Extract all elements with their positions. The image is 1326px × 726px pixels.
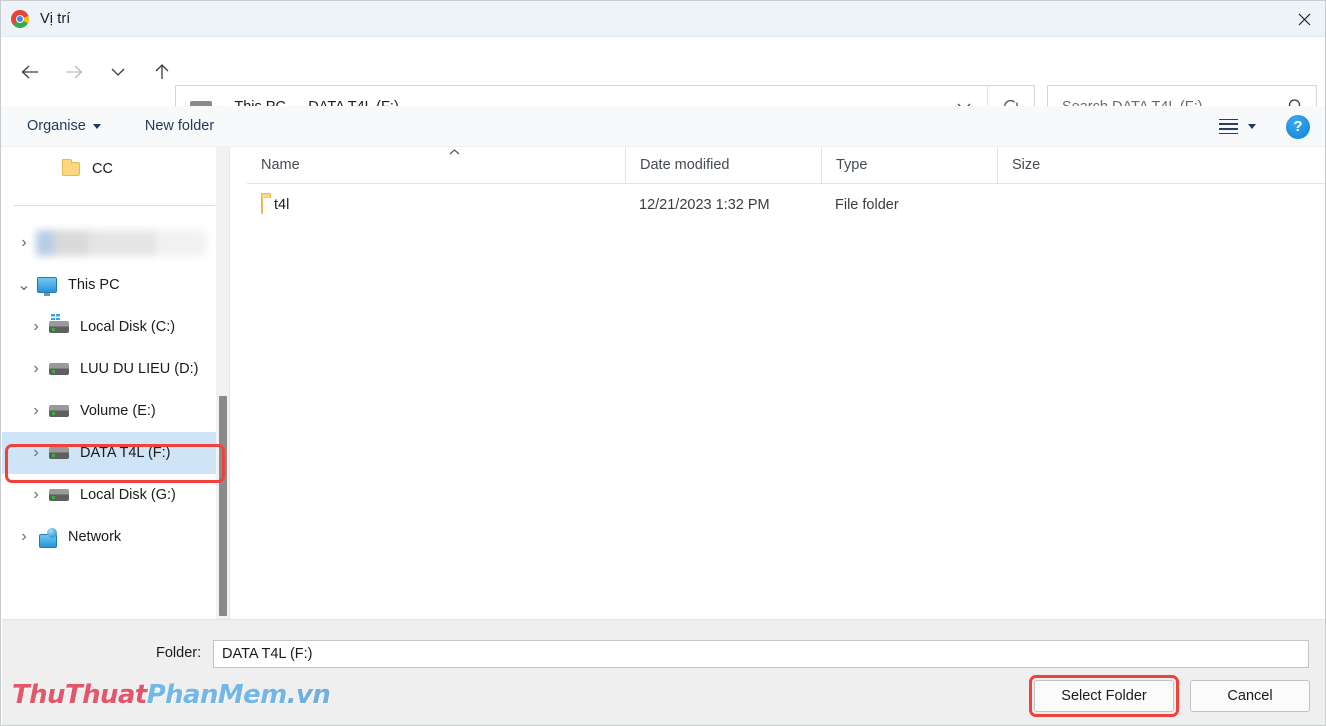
file-type-cell: File folder xyxy=(835,196,899,213)
system-drive-icon xyxy=(48,314,70,333)
organise-label: Organise xyxy=(27,118,86,134)
nav-button-group xyxy=(11,53,181,91)
back-icon[interactable] xyxy=(11,53,49,91)
watermark-part-2: PhanMem xyxy=(146,680,288,710)
sidebar-item-label: Volume (E:) xyxy=(80,403,156,419)
command-bar-right: ? xyxy=(1213,106,1325,147)
column-header-row: Name Date modified Type Size xyxy=(247,146,1325,184)
folder-icon xyxy=(60,159,82,176)
sidebar-item-data-t4l-f[interactable]: › DATA T4L (F:) xyxy=(2,432,229,474)
select-folder-button[interactable]: Select Folder xyxy=(1034,680,1174,712)
sidebar-item-volume-e[interactable]: › Volume (E:) xyxy=(2,390,229,432)
sidebar-item-label: DATA T4L (F:) xyxy=(80,445,171,461)
sidebar-item-cc[interactable]: › CC xyxy=(2,149,229,189)
list-view-icon xyxy=(1219,118,1238,135)
drive-icon xyxy=(48,363,70,375)
sidebar-item-label: Network xyxy=(68,529,122,545)
folder-input[interactable]: DATA T4L (F:) xyxy=(213,640,1309,668)
table-row[interactable]: t4l 12/21/2023 1:32 PM File folder xyxy=(247,184,1325,225)
watermark-part-3: .vn xyxy=(286,680,331,710)
navigation-pane: › CC › ⌄ This PC › Local Disk (C:) › LUU… xyxy=(2,147,230,619)
recent-locations-chevron-down-icon[interactable] xyxy=(99,53,137,91)
file-picker-dialog: Vị trí › This PC › xyxy=(0,0,1326,726)
cancel-button[interactable]: Cancel xyxy=(1190,680,1310,712)
chevron-right-icon[interactable]: › xyxy=(24,483,48,507)
sort-ascending-icon xyxy=(449,149,460,155)
redacted-label xyxy=(36,230,206,256)
column-header-date-modified[interactable]: Date modified xyxy=(625,146,821,184)
forward-icon[interactable] xyxy=(55,53,93,91)
file-size-cell xyxy=(997,184,1101,225)
sidebar-item-label: LUU DU LIEU (D:) xyxy=(80,361,199,377)
file-name-label: t4l xyxy=(274,196,290,213)
drive-icon xyxy=(48,489,70,501)
sidebar-item-label: This PC xyxy=(68,277,120,293)
sidebar-item-label: CC xyxy=(92,161,113,177)
title-bar: Vị trí xyxy=(1,1,1325,37)
chevron-right-icon[interactable]: › xyxy=(24,357,48,381)
organise-button[interactable]: Organise xyxy=(19,113,109,139)
sidebar-item-label: Local Disk (G:) xyxy=(80,487,176,503)
chevron-right-icon[interactable]: › xyxy=(12,525,36,549)
drive-icon xyxy=(48,405,70,417)
drive-icon xyxy=(48,447,70,459)
watermark: ThuThuatPhanMem.vn xyxy=(12,680,331,710)
pc-icon xyxy=(36,277,58,296)
command-bar: Organise New folder ? xyxy=(1,106,1325,147)
chrome-icon xyxy=(11,9,29,28)
file-date-cell: 12/21/2023 1:32 PM xyxy=(639,196,770,213)
column-header-name[interactable]: Name xyxy=(247,147,625,184)
network-icon xyxy=(36,527,58,548)
sidebar-scrollbar[interactable] xyxy=(216,147,229,619)
sidebar-divider xyxy=(14,205,215,206)
sidebar-item-network[interactable]: › Network xyxy=(2,516,229,558)
file-name-cell[interactable]: t4l xyxy=(247,184,625,225)
chevron-down-icon xyxy=(92,123,101,129)
new-folder-label: New folder xyxy=(144,118,215,134)
folder-icon xyxy=(261,195,263,214)
sidebar-item-redacted[interactable]: › xyxy=(2,222,229,264)
chevron-right-icon[interactable]: › xyxy=(24,315,48,339)
column-header-type[interactable]: Type xyxy=(821,146,997,184)
sidebar-item-luu-du-lieu-d[interactable]: › LUU DU LIEU (D:) xyxy=(2,348,229,390)
view-options-button[interactable] xyxy=(1213,115,1262,138)
chevron-right-icon[interactable]: › xyxy=(24,441,48,465)
watermark-part-1: ThuThuat xyxy=(12,680,147,710)
file-list-pane: Name Date modified Type Size t4l 12/21/2… xyxy=(247,146,1325,619)
sidebar-item-this-pc[interactable]: ⌄ This PC xyxy=(2,264,229,306)
sidebar-item-local-disk-g[interactable]: › Local Disk (G:) xyxy=(2,474,229,516)
new-folder-button[interactable]: New folder xyxy=(137,113,222,139)
chevron-right-icon[interactable]: › xyxy=(12,231,36,255)
navigation-bar: › This PC › DATA T4L (F:) Search DATA T4… xyxy=(1,37,1325,129)
close-icon[interactable] xyxy=(1281,1,1325,37)
chevron-down-icon[interactable]: ⌄ xyxy=(12,273,36,297)
sidebar-item-local-disk-c[interactable]: › Local Disk (C:) xyxy=(2,306,229,348)
column-header-size[interactable]: Size xyxy=(997,146,1101,184)
help-button[interactable]: ? xyxy=(1286,114,1310,139)
sidebar-item-label: Local Disk (C:) xyxy=(80,319,176,335)
view-chevron-down-icon xyxy=(1248,124,1256,129)
sidebar-scrollbar-thumb[interactable] xyxy=(219,396,227,616)
window-title: Vị trí xyxy=(40,10,71,27)
chevron-right-icon[interactable]: › xyxy=(24,399,48,423)
folder-field-label: Folder: xyxy=(156,645,202,661)
